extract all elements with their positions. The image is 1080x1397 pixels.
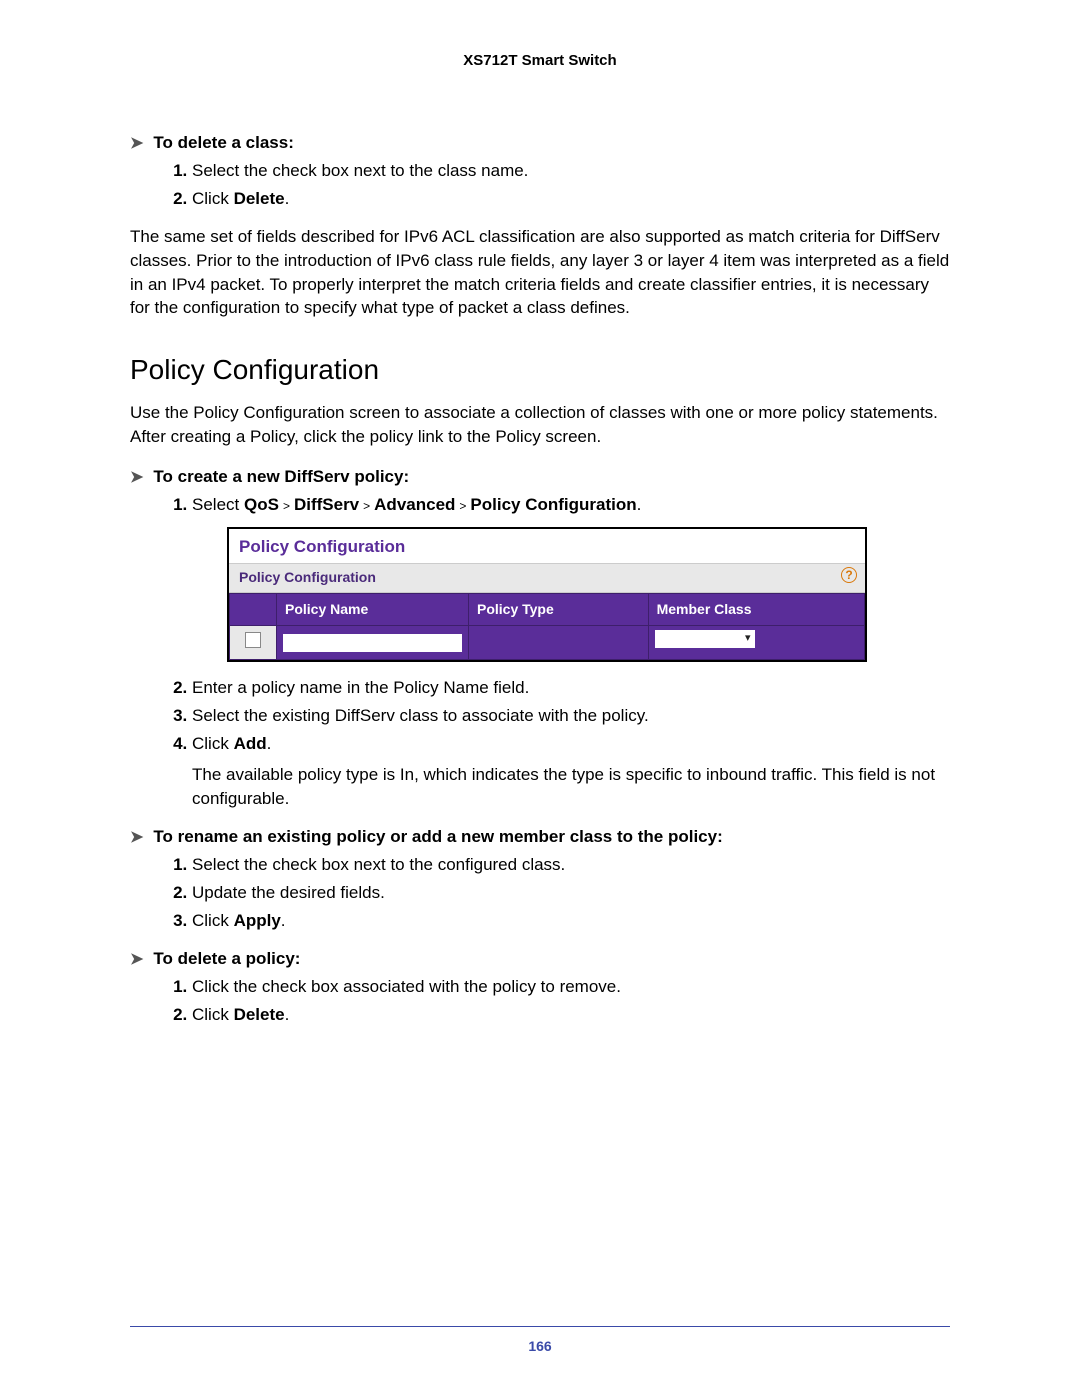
text: Select	[192, 495, 244, 514]
task-title: To create a new DiffServ policy:	[153, 465, 409, 489]
select-col-header	[230, 593, 277, 626]
breadcrumb-item: Policy Configuration	[470, 495, 636, 514]
chevron-right-icon: >	[283, 499, 290, 513]
policy-config-panel: Policy Configuration Policy Configuratio…	[227, 527, 867, 662]
section-heading: Policy Configuration	[130, 350, 950, 389]
chevron-right-icon: ➤	[130, 827, 143, 849]
chevron-right-icon: ➤	[130, 949, 143, 971]
step-text: Click Delete.	[192, 187, 950, 211]
step-text: Enter a policy name in the Policy Name f…	[192, 676, 950, 700]
text: Click	[192, 1005, 234, 1024]
policy-type-cell	[469, 626, 649, 660]
page: XS712T Smart Switch ➤ To delete a class:…	[0, 0, 1080, 1397]
strong-text: Delete	[234, 189, 285, 208]
task-title: To delete a policy:	[153, 947, 300, 971]
policy-table: Policy Name Policy Type Member Class	[229, 593, 865, 660]
step-text: Click the check box associated with the …	[192, 975, 950, 999]
table-row	[230, 626, 865, 660]
row-checkbox[interactable]	[245, 632, 261, 648]
strong-text: Apply	[234, 911, 281, 930]
task-rename-policy: ➤ To rename an existing policy or add a …	[130, 825, 950, 933]
text: Click	[192, 911, 234, 930]
task-title: To delete a class:	[153, 131, 293, 155]
step-text: Select the existing DiffServ class to as…	[192, 704, 950, 728]
chevron-right-icon: ➤	[130, 467, 143, 489]
strong-text: Add	[234, 734, 267, 753]
text: .	[281, 911, 286, 930]
policy-name-input[interactable]	[283, 634, 462, 652]
chevron-right-icon: >	[459, 499, 466, 513]
panel-subhead-text: Policy Configuration	[239, 569, 376, 585]
chevron-right-icon: >	[363, 499, 370, 513]
paragraph-policy: Use the Policy Configuration screen to a…	[130, 401, 950, 449]
step-breadcrumb: Select QoS > DiffServ > Advanced > Policy Conf…	[192, 493, 950, 662]
step-text: Update the desired fields.	[192, 881, 950, 905]
document-title: XS712T Smart Switch	[130, 50, 950, 71]
col-policy-type: Policy Type	[469, 593, 649, 626]
step-note: The available policy type is In, which i…	[192, 763, 950, 811]
breadcrumb-item: Advanced	[374, 495, 455, 514]
help-icon[interactable]: ?	[841, 567, 857, 583]
step-text: Select the check box next to the configu…	[192, 853, 950, 877]
task-delete-policy: ➤ To delete a policy: Click the check bo…	[130, 947, 950, 1027]
paragraph-acl: The same set of fields described for IPv…	[130, 225, 950, 320]
panel-title: Policy Configuration	[229, 529, 865, 563]
step-text: Click Apply.	[192, 909, 950, 933]
breadcrumb-item: QoS	[244, 495, 279, 514]
task-delete-class: ➤ To delete a class: Select the check bo…	[130, 131, 950, 211]
task-title: To rename an existing policy or add a ne…	[153, 825, 722, 849]
panel-subhead: Policy Configuration ?	[229, 563, 865, 593]
step-text: Click Delete.	[192, 1003, 950, 1027]
text: .	[637, 495, 642, 514]
col-member-class: Member Class	[648, 593, 864, 626]
task-create-policy: ➤ To create a new DiffServ policy: Selec…	[130, 465, 950, 811]
page-number: 166	[0, 1337, 1080, 1357]
text: Click	[192, 734, 234, 753]
text: .	[267, 734, 272, 753]
text: .	[285, 1005, 290, 1024]
text: .	[285, 189, 290, 208]
footer-rule	[130, 1326, 950, 1327]
col-policy-name: Policy Name	[277, 593, 469, 626]
chevron-right-icon: ➤	[130, 133, 143, 155]
text: Click	[192, 189, 234, 208]
breadcrumb-item: DiffServ	[294, 495, 359, 514]
step-text: Click Add. The available policy type is …	[192, 732, 950, 811]
step-text: Select the check box next to the class n…	[192, 159, 950, 183]
strong-text: Delete	[234, 1005, 285, 1024]
member-class-select[interactable]	[655, 630, 755, 648]
